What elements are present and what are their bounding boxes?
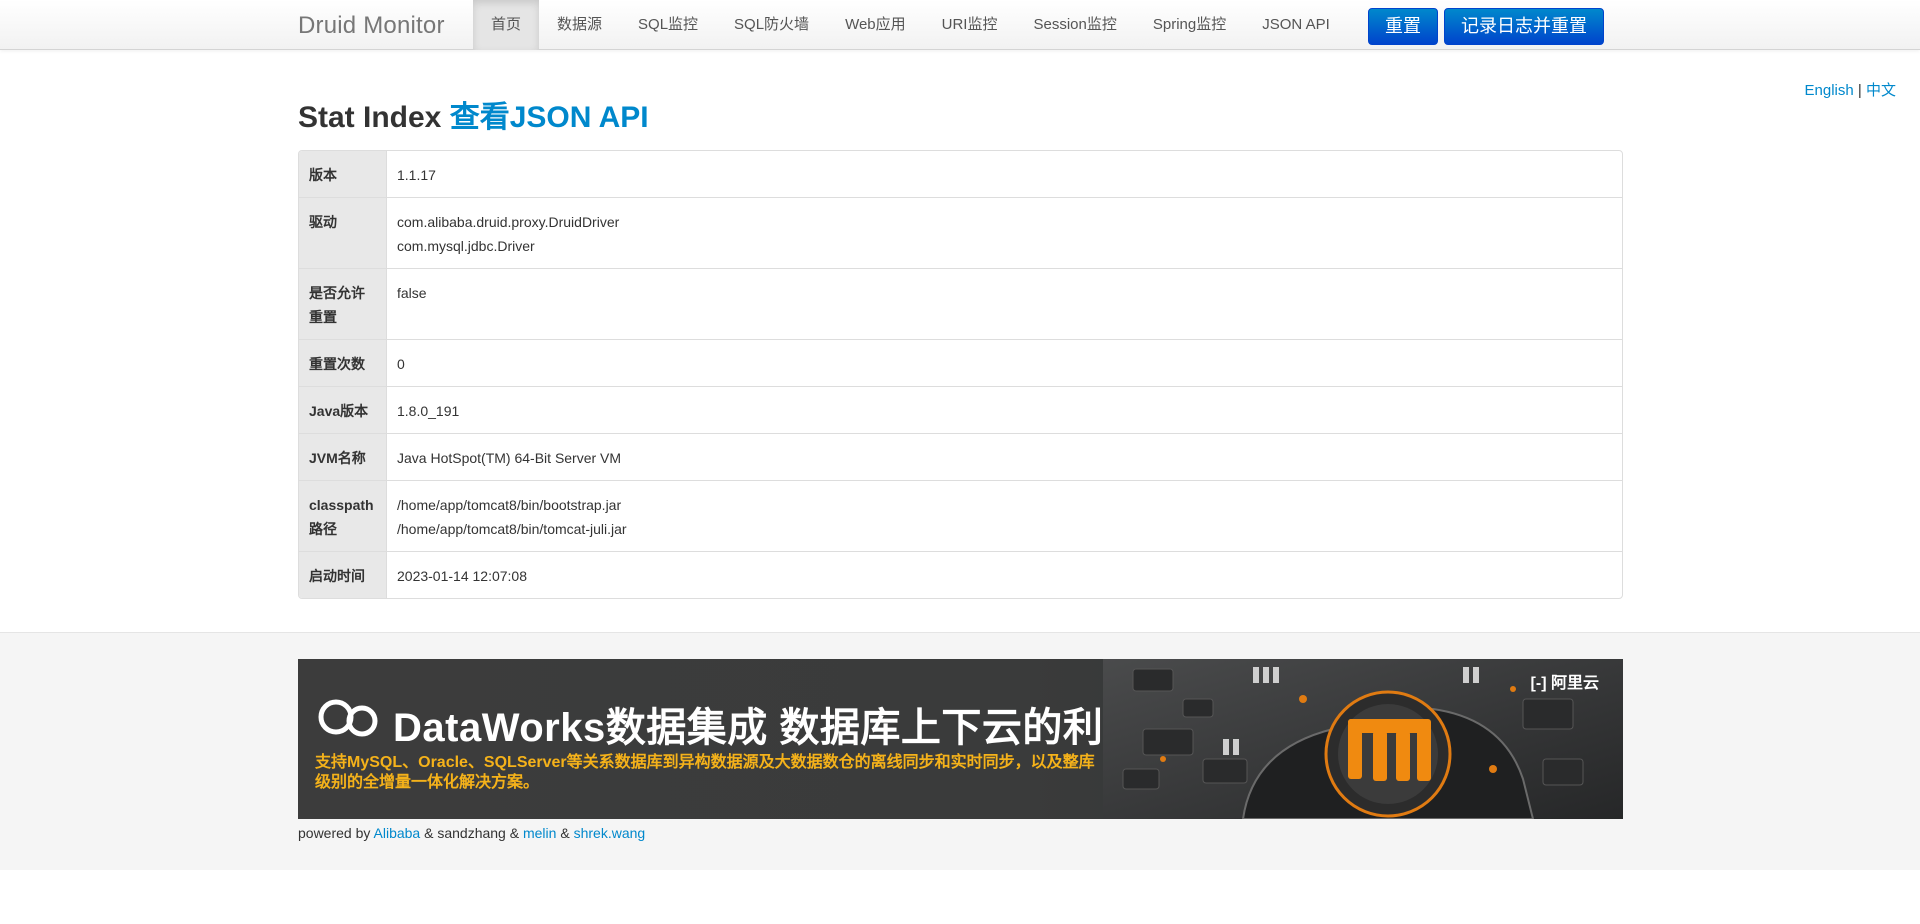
- nav-item-7[interactable]: Spring监控: [1135, 0, 1244, 50]
- alibaba-link[interactable]: Alibaba: [374, 825, 421, 841]
- table-row: 是否允许重置 false: [299, 268, 1622, 339]
- sandzhang-text: sandzhang: [437, 825, 506, 841]
- row-label: 启动时间: [299, 552, 387, 598]
- value-line: com.alibaba.druid.proxy.DruidDriver: [397, 214, 620, 230]
- json-api-link[interactable]: 查看JSON API: [450, 101, 649, 134]
- value-line: Java HotSpot(TM) 64-Bit Server VM: [397, 450, 622, 466]
- main-nav: 首页 数据源 SQL监控 SQL防火墙 Web应用 URI监控 Session监控 Sprin…: [473, 0, 1348, 50]
- value-line: /home/app/tomcat8/bin/bootstrap.jar: [397, 497, 622, 513]
- navbar-inner: Druid Monitor 首页 数据源 SQL监控 SQL防火墙 Web应用 URI监控…: [298, 0, 1628, 50]
- lang-chinese-link[interactable]: 中文: [1866, 82, 1896, 99]
- nav-item-2[interactable]: SQL监控: [620, 0, 716, 50]
- aliyun-brand: [-] 阿里云: [1531, 669, 1599, 693]
- value-line: 1.8.0_191: [397, 403, 460, 419]
- lang-separator: |: [1857, 82, 1862, 99]
- powered-by-line: powered by Alibaba & sandzhang & melin &…: [298, 825, 645, 841]
- row-label: Java版本: [299, 387, 387, 433]
- table-row: classpath路径/home/app/tomcat8/bin/bootstr…: [299, 480, 1622, 551]
- page-title-text: Stat Index: [298, 101, 442, 134]
- powered-by-text: powered by: [298, 825, 371, 841]
- language-switch: English | 中文: [1805, 79, 1896, 100]
- value-line: false: [397, 285, 427, 301]
- footer: DataWorks数据集成 数据库上下云的利器 支持MySQL、Oracle、S…: [0, 632, 1920, 870]
- row-value: /home/app/tomcat8/bin/bootstrap.jar/home…: [387, 481, 1622, 551]
- brand-link[interactable]: Druid Monitor: [298, 12, 445, 40]
- table-row: JVM名称 Java HotSpot(TM) 64-Bit Server VM: [299, 433, 1622, 480]
- stat-table: 版本 1.1.17 驱动 com.alibaba.druid.proxy.DruidD…: [298, 150, 1623, 599]
- table-row: 启动时间 2023-01-14 12:07:08: [299, 551, 1622, 598]
- melin-link[interactable]: melin: [523, 825, 556, 841]
- aliyun-brand-text: 阿里云: [1550, 675, 1599, 692]
- aliyun-logo-icon: [-]: [1530, 675, 1547, 692]
- table-row: 重置次数 0: [299, 339, 1622, 386]
- shrek-wang-link[interactable]: shrek.wang: [574, 825, 646, 841]
- row-value: 1.8.0_191: [387, 387, 1622, 433]
- value-line: 0: [397, 356, 405, 372]
- row-label: classpath路径: [299, 481, 387, 551]
- row-label: 是否允许重置: [299, 269, 387, 339]
- row-label: 版本: [299, 151, 387, 197]
- value-line: 1.1.17: [397, 167, 436, 183]
- log-and-reset-button[interactable]: 记录日志并重置: [1444, 8, 1604, 45]
- reset-button[interactable]: 重置: [1368, 8, 1438, 45]
- nav-item-3[interactable]: SQL防火墙: [716, 0, 827, 50]
- lang-english-link[interactable]: English: [1805, 82, 1854, 99]
- table-row: 驱动 com.alibaba.druid.proxy.DruidDriver com…: [299, 197, 1622, 268]
- value-line: /home/app/tomcat8/bin/tomcat-juli.jar: [397, 521, 627, 537]
- ampersand-text: &: [560, 825, 570, 841]
- nav-item-0[interactable]: 首页: [473, 0, 540, 50]
- nav-item-1[interactable]: 数据源: [539, 0, 620, 50]
- table-row: Java版本 1.8.0_191: [299, 386, 1622, 433]
- page-title: Stat Index 查看JSON API: [298, 92, 649, 136]
- value-line: com.mysql.jdbc.Driver: [397, 238, 535, 254]
- banner-subtitle: 支持MySQL、Oracle、SQLServer等关系数据库到异构数据源及大数据…: [315, 754, 1095, 791]
- row-value: com.alibaba.druid.proxy.DruidDriver com.m…: [387, 198, 1622, 268]
- row-value: 1.1.17: [387, 151, 1622, 197]
- banner-heading: DataWorks数据集成 数据库上下云的利器: [393, 706, 1144, 750]
- row-value: 2023-01-14 12:07:08: [387, 552, 1622, 598]
- nav-item-6[interactable]: Session监控: [1015, 0, 1134, 50]
- ampersand-text: &: [424, 825, 434, 841]
- ampersand-text: &: [509, 825, 520, 841]
- row-value: false: [387, 269, 1622, 339]
- dataworks-logo-icon: [318, 699, 378, 737]
- row-label: 驱动: [299, 198, 387, 268]
- value-line: 2023-01-14 12:07:08: [397, 568, 527, 584]
- nav-item-5[interactable]: URI监控: [924, 0, 1016, 50]
- nav-item-4[interactable]: Web应用: [827, 0, 924, 50]
- nav-item-8[interactable]: JSON API: [1244, 0, 1348, 50]
- row-value: 0: [387, 340, 1622, 386]
- dataworks-banner[interactable]: DataWorks数据集成 数据库上下云的利器 支持MySQL、Oracle、S…: [298, 659, 1623, 819]
- table-row: 版本 1.1.17: [299, 151, 1622, 197]
- row-label: JVM名称: [299, 434, 387, 480]
- row-value: Java HotSpot(TM) 64-Bit Server VM: [387, 434, 1622, 480]
- top-navbar: Druid Monitor 首页 数据源 SQL监控 SQL防火墙 Web应用 URI监控…: [0, 0, 1920, 50]
- row-label: 重置次数: [299, 340, 387, 386]
